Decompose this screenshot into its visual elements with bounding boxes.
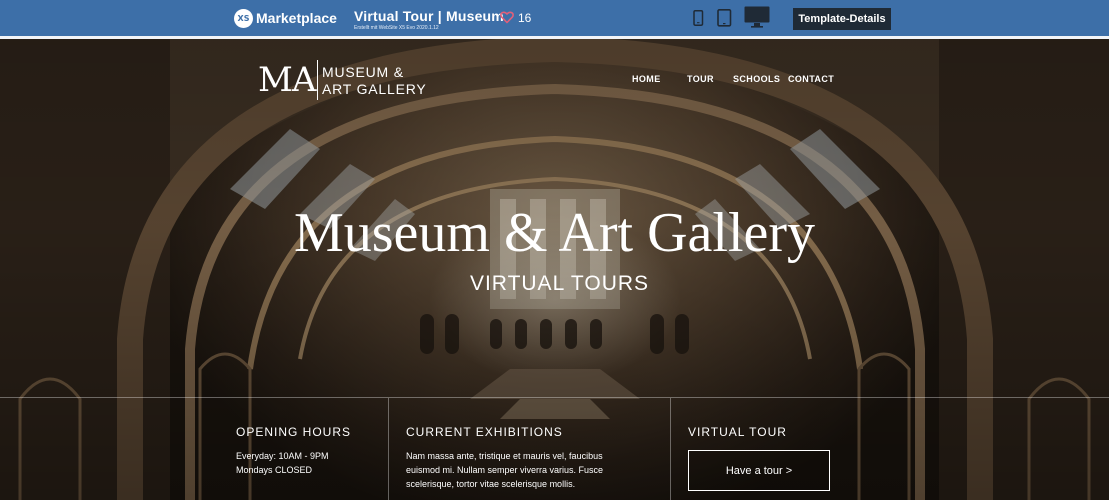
logo-mark: MA — [258, 60, 316, 100]
template-title: Virtual Tour | Museum — [354, 8, 504, 24]
desktop-icon[interactable] — [744, 6, 770, 28]
phone-icon[interactable] — [693, 10, 704, 26]
template-subtitle: Erstellt mit WebSite X5 Evo 2020.1.12 — [354, 25, 439, 31]
tablet-icon[interactable] — [717, 9, 732, 27]
websitex5-logo-icon: XS — [234, 8, 253, 28]
marketplace-label: Marketplace — [256, 10, 337, 26]
marketplace-brand-link[interactable]: XS Marketplace — [234, 7, 337, 29]
nav-tour[interactable]: TOUR — [687, 74, 714, 84]
hero-title: Museum & Art Gallery — [293, 202, 816, 264]
info-column-divider-1 — [388, 398, 389, 500]
exhibitions-text-line-2: euismod mi. Nullam semper viverra varius… — [406, 465, 604, 475]
nav-schools[interactable]: SCHOOLS — [733, 74, 780, 84]
logo-divider — [317, 60, 318, 100]
virtual-tour-heading: VIRTUAL TOUR — [688, 425, 787, 439]
logo-text-line-1: MUSEUM & — [322, 64, 404, 80]
exhibitions-text-line-1: Nam massa ante, tristique et mauris vel,… — [406, 451, 603, 461]
logo-text-line-2: ART GALLERY — [322, 81, 427, 97]
info-strip-divider — [0, 397, 1109, 398]
nav-contact[interactable]: CONTACT — [788, 74, 834, 84]
opening-hours-heading: OPENING HOURS — [236, 425, 352, 439]
hero-subtitle: VIRTUAL TOURS — [469, 272, 650, 295]
template-details-button[interactable]: Template-Details — [793, 8, 891, 30]
marketplace-topbar: XS Marketplace Virtual Tour | Museum Ers… — [0, 0, 1109, 36]
opening-hours-line-2: Mondays CLOSED — [236, 465, 313, 475]
like-count: 16 — [518, 11, 532, 25]
hero-section: MA MUSEUM & ART GALLERY HOME TOUR SCHOOL… — [0, 39, 1109, 500]
exhibitions-text-line-3: scelerisque, tortor vitae scelerisque mo… — [406, 479, 576, 489]
info-column-divider-2 — [670, 398, 671, 500]
current-exhibitions-heading: CURRENT EXHIBITIONS — [406, 425, 563, 439]
heart-icon[interactable] — [500, 10, 514, 24]
opening-hours-line-1: Everyday: 10AM - 9PM — [236, 451, 329, 461]
have-a-tour-button[interactable]: Have a tour > — [688, 450, 830, 491]
nav-home[interactable]: HOME — [632, 74, 661, 84]
